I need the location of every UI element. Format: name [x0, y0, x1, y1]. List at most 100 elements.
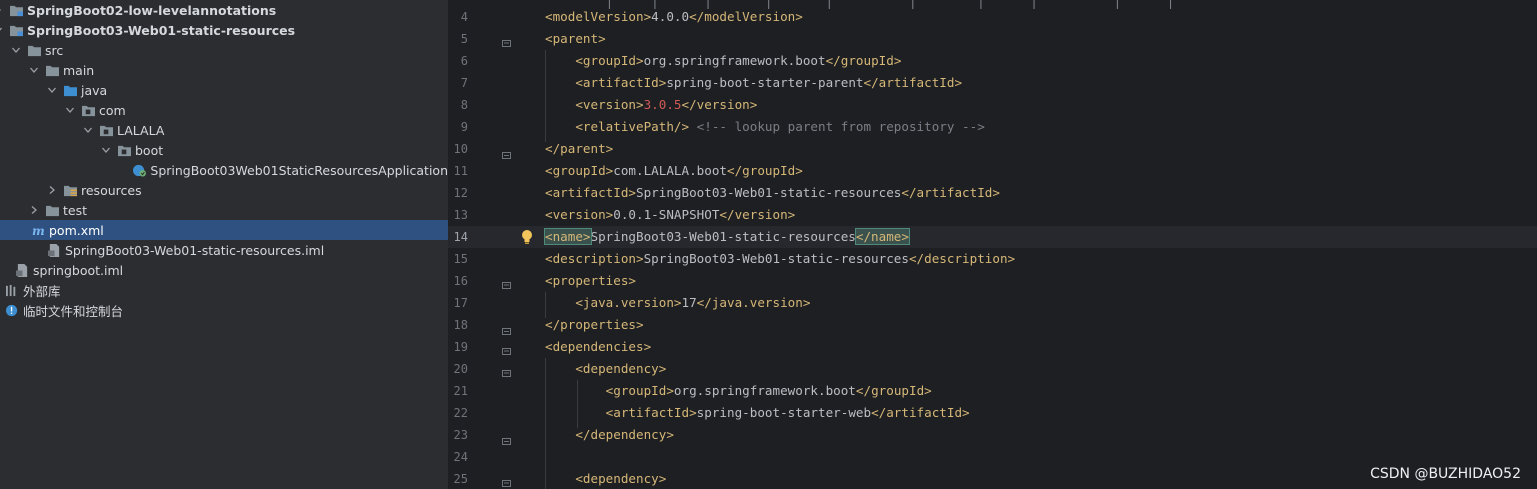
- tree-item[interactable]: resources: [0, 180, 448, 200]
- line-number: 23: [453, 428, 468, 442]
- code-line[interactable]: 12 <artifactId>SpringBoot03-Web01-static-…: [448, 182, 1537, 204]
- code-line[interactable]: 20 <dependency>: [448, 358, 1537, 380]
- iml-file-icon: [46, 243, 62, 257]
- tree-item[interactable]: SpringBoot03-Web01-static-resources.iml: [0, 240, 448, 260]
- code-line[interactable]: 9 <relativePath/> <!-- lookup parent fro…: [448, 116, 1537, 138]
- resources-folder-icon: [62, 183, 78, 197]
- tree-item[interactable]: LALALA: [0, 120, 448, 140]
- tree-item[interactable]: java: [0, 80, 448, 100]
- code-line[interactable]: 7 <artifactId>spring-boot-starter-parent…: [448, 72, 1537, 94]
- chevron-down-icon[interactable]: [10, 44, 22, 56]
- xml-tag: </artifactId>: [863, 75, 963, 90]
- chevron-down-icon[interactable]: [100, 144, 112, 156]
- iml-file-icon: [14, 263, 30, 277]
- tree-item-label: java: [81, 82, 108, 98]
- chevron-down-icon[interactable]: [82, 124, 94, 136]
- xml-tag: </dependency>: [575, 427, 674, 442]
- tree-item[interactable]: test: [0, 200, 448, 220]
- code-line[interactable]: 13 <version>0.0.1-SNAPSHOT</version>: [448, 204, 1537, 226]
- code-line[interactable]: 23 </dependency>: [448, 424, 1537, 446]
- code-line[interactable]: 4 <modelVersion>4.0.0</modelVersion>: [448, 6, 1537, 28]
- fold-marker-icon[interactable]: [502, 342, 511, 355]
- xml-tag: </groupId>: [855, 383, 932, 398]
- line-number: 5: [460, 32, 468, 46]
- chevron-down-icon[interactable]: [28, 64, 40, 76]
- code-text: <modelVersion>4.0.0</modelVersion>: [545, 6, 803, 28]
- chevron-down-icon[interactable]: [46, 84, 58, 96]
- code-text: <groupId>org.springframework.boot</group…: [545, 50, 901, 72]
- code-line[interactable]: 21 <groupId>org.springframework.boot</gr…: [448, 380, 1537, 402]
- fold-marker-icon[interactable]: [502, 320, 511, 335]
- tree-item[interactable]: src: [0, 40, 448, 60]
- line-number: 16: [453, 274, 468, 288]
- lightbulb-icon[interactable]: [520, 228, 534, 246]
- library-icon: [4, 283, 20, 297]
- xml-tag: </groupId>: [726, 163, 803, 178]
- tree-item-label: resources: [81, 182, 142, 198]
- tree-item[interactable]: SpringBoot03Web01StaticResourcesApplicat…: [0, 160, 448, 180]
- xml-tag: </artifactId>: [871, 405, 970, 420]
- tree-item-label: pom.xml: [49, 222, 104, 238]
- fold-marker-icon[interactable]: [502, 34, 511, 47]
- chevron-down-icon[interactable]: [64, 104, 76, 116]
- code-line[interactable]: 11 <groupId>com.LALALA.boot</groupId>: [448, 160, 1537, 182]
- chevron-right-icon[interactable]: [0, 4, 4, 16]
- tree-item[interactable]: com: [0, 100, 448, 120]
- code-line[interactable]: 5 <parent>: [448, 28, 1537, 50]
- code-text: <dependency>: [545, 358, 666, 380]
- code-text: <description>SpringBoot03-Web01-static-r…: [545, 248, 1015, 270]
- xml-value: SpringBoot03-Web01-static-resources: [636, 185, 902, 200]
- tree-item[interactable]: main: [0, 60, 448, 80]
- tree-item[interactable]: boot: [0, 140, 448, 160]
- chevron-right-icon[interactable]: [46, 184, 58, 196]
- tree-item-label: boot: [135, 142, 164, 158]
- code-line[interactable]: 6 <groupId>org.springframework.boot</gro…: [448, 50, 1537, 72]
- fold-marker-icon[interactable]: [502, 474, 511, 487]
- xml-value: org.springframework.boot: [673, 383, 856, 398]
- line-number: 14: [453, 230, 468, 244]
- tree-item[interactable]: SpringBoot02-low-levelannotations: [0, 0, 440, 20]
- xml-value: spring-boot-starter-web: [696, 405, 872, 420]
- line-number: 15: [453, 252, 468, 266]
- fold-marker-icon[interactable]: [502, 430, 511, 445]
- module-folder-icon: [8, 23, 24, 37]
- xml-value: [545, 361, 575, 376]
- tree-item[interactable]: SpringBoot03-Web01-static-resources: [0, 20, 440, 40]
- line-number: 4: [460, 10, 468, 24]
- tree-item[interactable]: 外部库: [0, 280, 436, 300]
- code-line[interactable]: 10 </parent>: [448, 138, 1537, 160]
- tree-item-label: 临时文件和控制台: [23, 303, 124, 319]
- code-line[interactable]: 22 <artifactId>spring-boot-starter-web</…: [448, 402, 1537, 424]
- fold-marker-icon[interactable]: [502, 144, 511, 159]
- xml-tag: <artifactId>: [605, 405, 697, 420]
- code-editor[interactable]: | | | | | | | | | | 4 <modelVersion>4.0.0…: [448, 0, 1537, 489]
- tree-item-label: 外部库: [23, 283, 61, 299]
- tree-item[interactable]: 临时文件和控制台: [0, 300, 436, 320]
- chevron-right-icon[interactable]: [28, 204, 40, 216]
- fold-marker-icon[interactable]: [502, 364, 511, 377]
- tree-item[interactable]: m pom.xml: [0, 220, 448, 240]
- tree-item[interactable]: springboot.iml: [0, 260, 446, 280]
- xml-value: spring-boot-starter-parent: [666, 75, 864, 90]
- code-line[interactable]: 17 <java.version>17</java.version>: [448, 292, 1537, 314]
- code-line[interactable]: 16 <properties>: [448, 270, 1537, 292]
- project-tool-window: SpringBoot02-low-levelannotations SpringB…: [0, 0, 448, 489]
- code-text: <artifactId>spring-boot-starter-parent</…: [545, 72, 962, 94]
- xml-tag: </version>: [719, 207, 796, 222]
- line-number: 11: [453, 164, 468, 178]
- line-number: 20: [453, 362, 468, 376]
- code-line[interactable]: 18 </properties>: [448, 314, 1537, 336]
- fold-marker-icon[interactable]: [502, 276, 511, 289]
- chevron-down-icon[interactable]: [0, 24, 4, 36]
- code-line[interactable]: 19 <dependencies>: [448, 336, 1537, 358]
- code-line[interactable]: 15 <description>SpringBoot03-Web01-static…: [448, 248, 1537, 270]
- folder-icon: [44, 63, 60, 77]
- code-line[interactable]: 24: [448, 446, 1537, 468]
- code-line[interactable]: 14 <name>SpringBoot03-Web01-static-resour…: [448, 226, 1537, 248]
- xml-tag: </java.version>: [696, 295, 811, 310]
- package-icon: [98, 123, 114, 137]
- xml-tag: </version>: [681, 97, 758, 112]
- xml-tag: </properties>: [545, 317, 644, 332]
- code-line[interactable]: 8 <version>3.0.5</version>: [448, 94, 1537, 116]
- xml-tag: <artifactId>: [575, 75, 667, 90]
